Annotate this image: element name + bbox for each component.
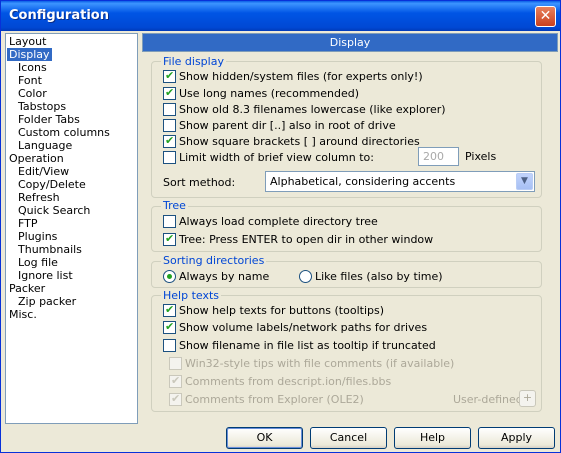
tree-item-thumbnails[interactable]: Thumbnails (16, 243, 84, 256)
checkbox-box[interactable] (163, 339, 176, 352)
apply-button[interactable]: Apply (478, 427, 555, 449)
checkbox-label: Show filename in file list as tooltip if… (179, 339, 436, 352)
tree-item-icons[interactable]: Icons (16, 61, 49, 74)
radio-label: Always by name (179, 270, 270, 283)
checkbox-box (169, 357, 182, 370)
checkbox-label: Tree: Press ENTER to open dir in other w… (179, 233, 434, 246)
tree-item-zip-packer[interactable]: Zip packer (16, 295, 78, 308)
checkbox-box[interactable] (163, 86, 176, 100)
user-defined-label: User-defined: (453, 393, 527, 406)
tree-item-tabstops[interactable]: Tabstops (16, 100, 68, 113)
window-title: Configuration (9, 8, 109, 23)
checkbox-box[interactable] (163, 320, 176, 334)
settings-tree: Layout Display Icons Font Color Tabstops… (5, 33, 138, 424)
tree-item-layout[interactable]: Layout (7, 35, 48, 48)
panel-header: Display (142, 33, 558, 52)
checkbox-box[interactable] (163, 103, 176, 116)
title-bar[interactable]: Configuration ✕ (1, 1, 560, 31)
ok-button[interactable]: OK (226, 427, 303, 449)
tree-item-ignore-list[interactable]: Ignore list (16, 269, 75, 282)
checkbox-box[interactable] (163, 69, 176, 83)
checkbox-label: Use long names (recommended) (179, 87, 360, 100)
sort-method-value: Alphabetical, considering accents (270, 175, 456, 188)
checkbox-box (169, 374, 182, 388)
radio-label: Like files (also by time) (315, 270, 443, 283)
tree-group-title: Tree (161, 199, 188, 212)
checkbox-box (169, 392, 182, 406)
tree-item-plugins[interactable]: Plugins (16, 230, 59, 243)
pixels-label: Pixels (465, 150, 497, 163)
radio-dot[interactable] (299, 270, 312, 283)
close-button[interactable]: ✕ (535, 6, 556, 27)
tree-item-ftp[interactable]: FTP (16, 217, 40, 230)
sort-method-label: Sort method: (163, 176, 236, 189)
tree-item-misc[interactable]: Misc. (7, 308, 39, 321)
cancel-button[interactable]: Cancel (310, 427, 387, 449)
sorting-directories-title: Sorting directories (161, 254, 267, 267)
checkbox-label: Show hidden/system files (for experts on… (179, 70, 423, 83)
checkbox-label: Comments from descript.ion/files.bbs (185, 375, 392, 388)
user-defined-add-button: + (519, 390, 536, 407)
tree-item-language[interactable]: Language (16, 139, 74, 152)
checkbox-box[interactable] (163, 134, 176, 148)
sort-method-select[interactable]: Alphabetical, considering accents ▼ (265, 171, 535, 192)
column-width-input[interactable]: 200 (418, 147, 459, 166)
checkbox-label: Limit width of brief view column to: (179, 151, 374, 164)
radio-dot[interactable] (163, 270, 176, 283)
checkbox-label: Show square brackets [ ] around director… (179, 135, 420, 148)
checkbox-box[interactable] (163, 151, 176, 164)
tree-item-copy-delete[interactable]: Copy/Delete (16, 178, 88, 191)
checkbox-box[interactable] (163, 232, 176, 246)
tree-item-font[interactable]: Font (16, 74, 44, 87)
tree-item-display[interactable]: Display (7, 48, 52, 61)
tree-item-refresh[interactable]: Refresh (16, 191, 62, 204)
checkbox-box[interactable] (163, 119, 176, 132)
tree-item-color[interactable]: Color (16, 87, 49, 100)
checkbox-label: Show parent dir [..] also in root of dri… (179, 119, 396, 132)
checkbox-label: Show volume labels/network paths for dri… (179, 321, 428, 334)
help-button[interactable]: Help (394, 427, 471, 449)
checkbox-box[interactable] (163, 303, 176, 317)
tree-item-custom-columns[interactable]: Custom columns (16, 126, 112, 139)
tree-item-quick-search[interactable]: Quick Search (16, 204, 92, 217)
configuration-window: Configuration ✕ Layout Display Icons Fon… (0, 0, 561, 453)
checkbox-label: Show old 8.3 filenames lowercase (like e… (179, 103, 446, 116)
tree-item-folder-tabs[interactable]: Folder Tabs (16, 113, 82, 126)
checkbox-label: Always load complete directory tree (179, 215, 378, 228)
tree-item-operation[interactable]: Operation (7, 152, 66, 165)
help-texts-title: Help texts (161, 289, 222, 302)
chevron-down-icon[interactable]: ▼ (516, 173, 533, 190)
file-display-title: File display (161, 55, 226, 68)
checkbox-label: Show help texts for buttons (tooltips) (179, 304, 385, 317)
tree-item-edit-view[interactable]: Edit/View (16, 165, 71, 178)
checkbox-box[interactable] (163, 215, 176, 228)
checkbox-label: Comments from Explorer (OLE2) (185, 393, 364, 406)
checkbox-label: Win32-style tips with file comments (if … (185, 357, 455, 370)
tree-item-log-file[interactable]: Log file (16, 256, 60, 269)
tree-item-packer[interactable]: Packer (7, 282, 47, 295)
